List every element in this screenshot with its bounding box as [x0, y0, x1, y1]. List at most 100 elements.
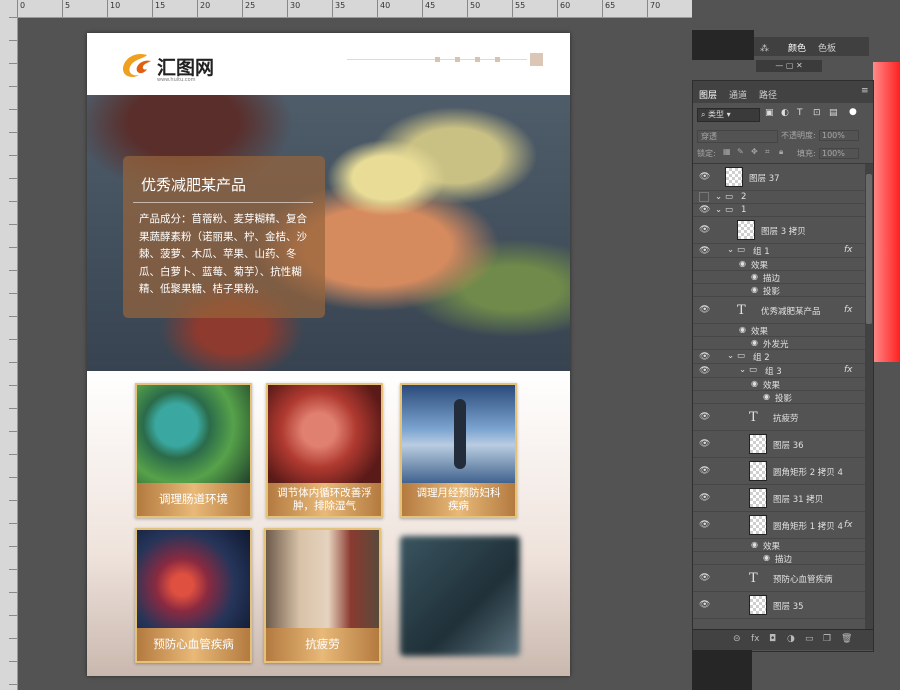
expand-chevron-icon[interactable]: ⌄ — [727, 351, 734, 361]
canvas-area[interactable]: 0 5 10 15 20 25 30 35 40 45 50 55 60 65 70 汇图网 www.hui… — [0, 0, 692, 690]
visibility-eye-icon[interactable]: 👁︎ — [699, 412, 710, 422]
effect-eye-icon[interactable]: ◉ — [751, 379, 758, 388]
layer-row[interactable]: 👁︎ T 抗疲劳 — [693, 404, 865, 431]
tab-channels[interactable]: 通道 — [729, 88, 747, 101]
layer-group-row[interactable]: 👁︎ ⌄ ▭ 组 1 fx — [693, 244, 865, 258]
lock-brush-icon[interactable]: ✎ — [737, 147, 744, 156]
layer-group-row[interactable]: 👁︎ ⌄ ▭ 1 — [693, 204, 865, 217]
layer-row[interactable]: 👁︎ 图层 37 — [693, 164, 865, 191]
filter-text-icon[interactable]: T — [797, 108, 803, 118]
effect-eye-icon[interactable]: ◉ — [763, 553, 770, 562]
layer-thumbnail — [749, 488, 767, 508]
fx-icon[interactable]: fx — [844, 245, 853, 255]
expand-chevron-icon[interactable]: ⌄ — [739, 365, 746, 375]
link-icon[interactable]: ⊝ — [733, 634, 741, 644]
visibility-eye-icon[interactable]: 👁︎ — [699, 439, 710, 449]
new-layer-icon[interactable]: ❐ — [823, 634, 831, 644]
layer-effect-row[interactable]: ◉ 效果 — [693, 258, 865, 271]
fill-field[interactable]: 100% — [819, 148, 859, 159]
fx-icon[interactable]: fx — [844, 520, 853, 530]
visibility-eye-icon[interactable]: 👁︎ — [699, 205, 710, 215]
visibility-eye-icon[interactable]: 👁︎ — [699, 600, 710, 610]
ruler-tick: 55 — [512, 0, 525, 17]
trash-icon[interactable]: 🗑︎ — [841, 634, 852, 644]
visibility-eye-icon[interactable]: 👁︎ — [699, 520, 710, 530]
layer-name: 效果 — [763, 380, 781, 391]
effect-eye-icon[interactable]: ◉ — [763, 392, 770, 401]
layer-effect-row[interactable]: ◉ 投影 — [693, 284, 865, 297]
fx-icon[interactable]: fx — [844, 305, 853, 315]
filter-type-select[interactable]: ⌕ 类型 ▾ — [697, 108, 760, 122]
tab-swatches[interactable]: 色板 — [818, 41, 836, 54]
fx-icon[interactable]: fx — [751, 634, 760, 644]
effect-eye-icon[interactable]: ◉ — [751, 272, 758, 281]
layer-group-row[interactable]: 👁︎ ⌄ ▭ 组 3 fx — [693, 364, 865, 378]
expand-chevron-icon[interactable]: ⌄ — [715, 205, 722, 215]
mask-icon[interactable]: ◘ — [769, 634, 776, 644]
lock-artboard-icon[interactable]: ⌗ — [765, 147, 770, 157]
blurred-card-image — [400, 536, 520, 656]
layer-list[interactable]: 👁︎ 图层 37 ⌄ ▭ 2 👁︎ ⌄ ▭ 1 👁︎ 图层 3 拷贝 👁︎ ⌄ ▭ 组 1 fx ◉ 效果 ◉ 描边 ◉… — [693, 164, 865, 629]
layer-effect-row[interactable]: ◉ 效果 — [693, 324, 865, 337]
color-field[interactable] — [873, 62, 900, 362]
layer-effect-row[interactable]: ◉ 外发光 — [693, 337, 865, 350]
layers-scrollbar[interactable] — [865, 164, 873, 629]
tab-color[interactable]: 颜色 — [788, 41, 806, 54]
layer-row[interactable]: 👁︎ 图层 31 拷贝 — [693, 485, 865, 512]
layer-group-row[interactable]: 👁︎ ⌄ ▭ 组 2 — [693, 350, 865, 364]
lock-position-icon[interactable]: ✥ — [751, 147, 758, 156]
blend-mode-select[interactable]: 穿透 — [697, 130, 778, 143]
filter-smart-object-icon[interactable]: ▤ — [829, 108, 838, 118]
opacity-field[interactable]: 100% — [819, 130, 859, 141]
layer-effect-row[interactable]: ◉ 投影 — [693, 391, 865, 404]
lock-transparent-icon[interactable]: ▦ — [723, 147, 731, 156]
document-canvas[interactable]: 汇图网 www.huitu.com 优秀减肥某产品 产品成分：苜蓿粉、麦芽糊精、… — [87, 33, 570, 676]
visibility-eye-icon[interactable]: 👁︎ — [699, 573, 710, 583]
expand-chevron-icon[interactable]: ⌄ — [715, 192, 722, 202]
layer-row[interactable]: 👁︎ 图层 35 — [693, 592, 865, 619]
layer-effect-row[interactable]: ◉ 效果 — [693, 378, 865, 391]
layer-row[interactable]: 👁︎ T 预防心血管疾病 — [693, 565, 865, 592]
panel-menu-icon[interactable]: ≡ — [861, 86, 869, 96]
layer-row[interactable]: 👁︎ 图层 3 拷贝 — [693, 217, 865, 244]
adjustment-icon[interactable]: ◑ — [787, 634, 795, 644]
visibility-eye-icon[interactable]: 👁︎ — [699, 172, 710, 182]
folder-icon[interactable]: ▭ — [805, 634, 814, 644]
window-controls[interactable]: — ▢ ✕ — [756, 60, 822, 72]
layer-row[interactable]: 👁︎ 图层 36 — [693, 431, 865, 458]
ruler-tick-label: 55 — [515, 1, 526, 10]
tab-paths[interactable]: 路径 — [759, 88, 777, 101]
tab-layers[interactable]: 图层 — [699, 88, 717, 101]
layer-row[interactable]: 👁︎ T 优秀减肥某产品 fx — [693, 297, 865, 324]
mini-panel-icon[interactable]: ⁂ — [760, 44, 769, 54]
layer-name: 预防心血管疾病 — [773, 574, 833, 585]
lock-all-icon[interactable]: 🔒︎ — [779, 147, 783, 157]
filter-adjustment-icon[interactable]: ◐ — [781, 108, 789, 118]
layer-row[interactable]: 👁︎ 圆角矩形 2 拷贝 4 — [693, 458, 865, 485]
scroll-thumb[interactable] — [866, 174, 872, 324]
visibility-eye-icon[interactable]: 👁︎ — [699, 352, 710, 362]
effect-eye-icon[interactable]: ◉ — [739, 259, 746, 268]
visibility-eye-icon[interactable]: 👁︎ — [699, 225, 710, 235]
fx-icon[interactable]: fx — [844, 365, 853, 375]
layer-group-row[interactable]: ⌄ ▭ 2 — [693, 191, 865, 204]
visibility-eye-icon[interactable]: 👁︎ — [699, 246, 710, 256]
filter-toggle-icon[interactable]: ● — [849, 107, 857, 117]
layer-row[interactable]: 👁︎ 圆角矩形 1 拷贝 4 fx — [693, 512, 865, 539]
effect-eye-icon[interactable]: ◉ — [751, 540, 758, 549]
visibility-eye-icon[interactable]: 👁︎ — [699, 493, 710, 503]
visibility-eye-icon[interactable]: 👁︎ — [699, 466, 710, 476]
effect-eye-icon[interactable]: ◉ — [739, 325, 746, 334]
layer-effect-row[interactable]: ◉ 效果 — [693, 539, 865, 552]
visibility-eye-icon[interactable]: 👁︎ — [699, 366, 710, 376]
filter-pixel-icon[interactable]: ▣ — [765, 108, 774, 118]
layer-effect-row[interactable]: ◉ 描边 — [693, 271, 865, 284]
visibility-eye-icon[interactable] — [699, 192, 709, 202]
effect-eye-icon[interactable]: ◉ — [751, 338, 758, 347]
expand-chevron-icon[interactable]: ⌄ — [727, 245, 734, 255]
layer-effect-row[interactable]: ◉ 描边 — [693, 552, 865, 565]
filter-shape-icon[interactable]: ⊡ — [813, 108, 821, 118]
effect-eye-icon[interactable]: ◉ — [751, 285, 758, 294]
ruler-tick: 35 — [332, 0, 345, 17]
visibility-eye-icon[interactable]: 👁︎ — [699, 305, 710, 315]
